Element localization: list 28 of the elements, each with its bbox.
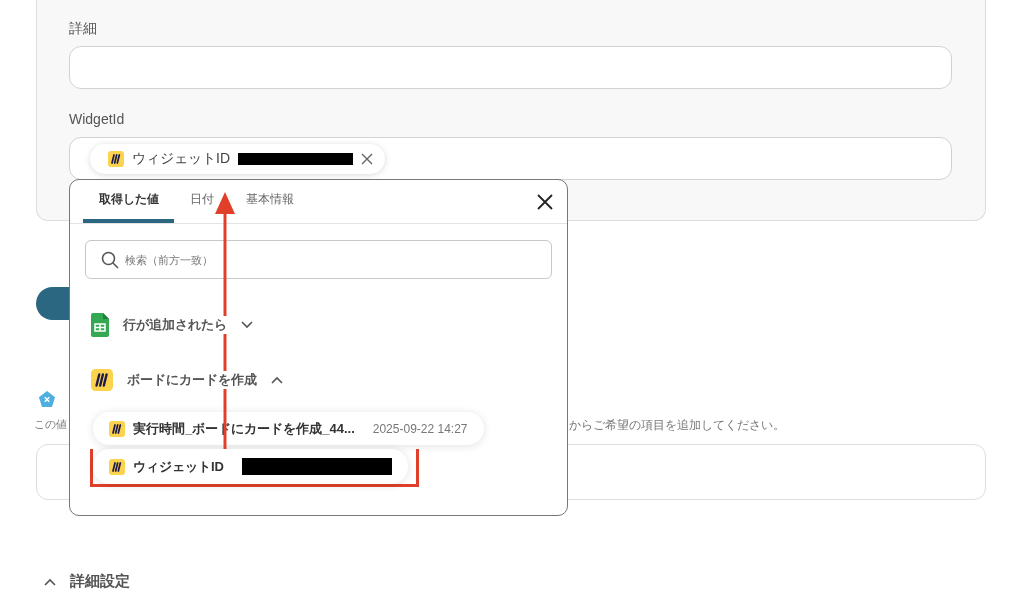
miro-logo-icon [91, 369, 113, 391]
search-field[interactable]: 検索（前方一致） [85, 240, 552, 279]
chevron-up-icon[interactable] [44, 577, 56, 586]
chevron-down-icon[interactable] [241, 321, 253, 329]
tab[interactable]: 基本情報 [230, 180, 310, 223]
spreadsheet-icon [91, 313, 109, 337]
caption-text: この値 [34, 417, 67, 432]
search-input[interactable]: 検索（前方一致） [123, 252, 427, 267]
group-title[interactable]: 行が追加されたら [123, 316, 227, 334]
field-label: 詳細 [69, 19, 98, 38]
miro-logo-icon [109, 458, 125, 475]
search-icon [101, 250, 119, 269]
value-chip[interactable]: ウィジェットID [93, 449, 408, 484]
miro-logo-icon [108, 150, 124, 167]
input-field[interactable] [69, 46, 952, 89]
remove-icon[interactable] [361, 152, 373, 165]
caption-text: からご希望の項目を追加してください。 [569, 417, 785, 434]
tab[interactable]: 取得した値 [83, 180, 174, 223]
chevron-up-icon[interactable] [271, 376, 283, 384]
miro-logo-icon [109, 420, 125, 437]
tab[interactable]: 日付 [174, 180, 230, 223]
advanced-settings-toggle[interactable]: 詳細設定 [70, 572, 130, 591]
value-chip[interactable]: ウィジェットID [90, 143, 385, 174]
close-icon[interactable] [537, 194, 553, 210]
group-title[interactable]: ボードにカードを作成 [127, 371, 257, 389]
pentagon-icon [38, 390, 56, 408]
field-label: WidgetId [69, 110, 126, 129]
input-field[interactable]: ウィジェットID [69, 137, 952, 180]
